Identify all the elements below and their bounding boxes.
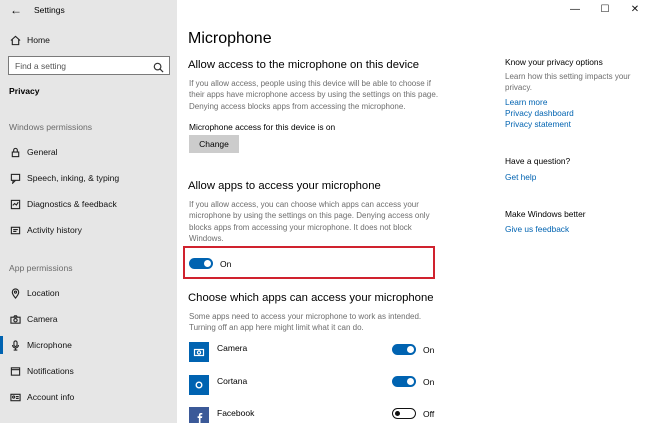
change-button[interactable]: Change bbox=[189, 135, 239, 153]
privacy-dashboard-link[interactable]: Privacy dashboard bbox=[505, 108, 574, 118]
device-access-description: If you allow access, people using this d… bbox=[189, 79, 439, 111]
cortana-app-toggle[interactable] bbox=[392, 376, 416, 387]
sidebar-item-label: Camera bbox=[27, 314, 58, 324]
sidebar-item-activity-history[interactable]: Activity history bbox=[0, 218, 177, 242]
device-access-status: Microphone access for this device is on bbox=[189, 122, 336, 132]
question-heading: Have a question? bbox=[505, 156, 571, 166]
facebook-app-toggle-label: Off bbox=[423, 409, 435, 419]
toggle-knob bbox=[407, 346, 414, 353]
speech-icon bbox=[9, 172, 21, 184]
make-windows-better-heading: Make Windows better bbox=[505, 209, 586, 219]
get-help-link[interactable]: Get help bbox=[505, 172, 536, 182]
camera-app-icon bbox=[189, 342, 209, 362]
sidebar-item-label: Location bbox=[27, 288, 60, 298]
sidebar-item-speech[interactable]: Speech, inking, & typing bbox=[0, 166, 177, 190]
toggle-knob bbox=[407, 378, 414, 385]
cortana-app-icon bbox=[189, 375, 209, 395]
search-input[interactable] bbox=[9, 57, 149, 74]
section-title: Privacy bbox=[9, 86, 40, 96]
minimize-icon[interactable]: — bbox=[560, 0, 590, 18]
sidebar-item-label: General bbox=[27, 147, 58, 157]
sidebar-item-label: Speech, inking, & typing bbox=[27, 173, 120, 183]
camera-icon bbox=[9, 313, 21, 325]
learn-more-link[interactable]: Learn more bbox=[505, 97, 547, 107]
location-icon bbox=[9, 287, 21, 299]
close-icon[interactable]: ✕ bbox=[620, 0, 650, 18]
give-feedback-link[interactable]: Give us feedback bbox=[505, 224, 569, 234]
search-icon[interactable] bbox=[153, 60, 164, 73]
page-title: Microphone bbox=[188, 30, 272, 47]
account-icon bbox=[9, 391, 21, 403]
sidebar-item-notifications[interactable]: Notifications bbox=[0, 359, 177, 383]
sidebar-item-general[interactable]: General bbox=[0, 140, 177, 164]
app-title: Settings bbox=[34, 5, 65, 15]
history-icon bbox=[9, 224, 21, 236]
app-name: Facebook bbox=[217, 408, 255, 418]
home-icon bbox=[9, 34, 21, 46]
app-access-heading: Allow apps to access your microphone bbox=[188, 180, 381, 192]
windows-permissions-header: Windows permissions bbox=[9, 122, 93, 132]
sidebar-item-home[interactable]: Home bbox=[0, 28, 177, 52]
camera-app-toggle[interactable] bbox=[392, 344, 416, 355]
facebook-app-toggle[interactable] bbox=[392, 408, 416, 419]
sidebar-item-label: Home bbox=[27, 35, 50, 45]
sidebar-item-location[interactable]: Location bbox=[0, 281, 177, 305]
app-permissions-header: App permissions bbox=[9, 263, 73, 273]
device-access-heading: Allow access to the microphone on this d… bbox=[188, 59, 420, 71]
search-box[interactable] bbox=[8, 56, 170, 75]
diagnostics-icon bbox=[9, 198, 21, 210]
cortana-app-toggle-label: On bbox=[423, 377, 435, 387]
choose-apps-description: Some apps need to access your microphone… bbox=[189, 312, 422, 333]
sidebar-item-camera[interactable]: Camera bbox=[0, 307, 177, 331]
sidebar: ← Settings Home Privacy Windows permissi… bbox=[0, 0, 177, 423]
privacy-options-description: Learn how this setting impacts your priv… bbox=[505, 72, 631, 92]
sidebar-item-diagnostics[interactable]: Diagnostics & feedback bbox=[0, 192, 177, 216]
facebook-app-icon bbox=[189, 407, 209, 423]
toggle-knob bbox=[395, 410, 400, 416]
notifications-icon bbox=[9, 365, 21, 377]
privacy-options-heading: Know your privacy options bbox=[505, 57, 603, 67]
sidebar-item-account-info[interactable]: Account info bbox=[0, 385, 177, 409]
sidebar-item-label: Notifications bbox=[27, 366, 74, 376]
title-bar: ← Settings bbox=[0, 0, 177, 22]
app-name: Cortana bbox=[217, 376, 248, 386]
sidebar-item-label: Activity history bbox=[27, 225, 82, 235]
camera-app-toggle-label: On bbox=[423, 345, 435, 355]
lock-icon bbox=[9, 146, 21, 158]
sidebar-item-microphone[interactable]: Microphone bbox=[0, 333, 177, 357]
sidebar-item-label: Diagnostics & feedback bbox=[27, 199, 117, 209]
app-access-description: If you allow access, you can choose whic… bbox=[189, 200, 430, 243]
window-controls: — ☐ ✕ bbox=[560, 0, 650, 18]
microphone-icon bbox=[9, 339, 21, 351]
sidebar-item-label: Microphone bbox=[27, 340, 72, 350]
app-access-toggle-label: On bbox=[220, 259, 232, 269]
privacy-statement-link[interactable]: Privacy statement bbox=[505, 119, 571, 129]
back-arrow-icon[interactable]: ← bbox=[9, 3, 23, 17]
sidebar-item-label: Account info bbox=[27, 392, 75, 402]
main-content: — ☐ ✕ Microphone Allow access to the mic… bbox=[177, 0, 650, 423]
maximize-icon[interactable]: ☐ bbox=[590, 0, 620, 18]
toggle-knob bbox=[204, 260, 211, 267]
app-access-toggle[interactable] bbox=[189, 258, 213, 269]
choose-apps-heading: Choose which apps can access your microp… bbox=[188, 292, 434, 304]
app-name: Camera bbox=[217, 343, 248, 353]
